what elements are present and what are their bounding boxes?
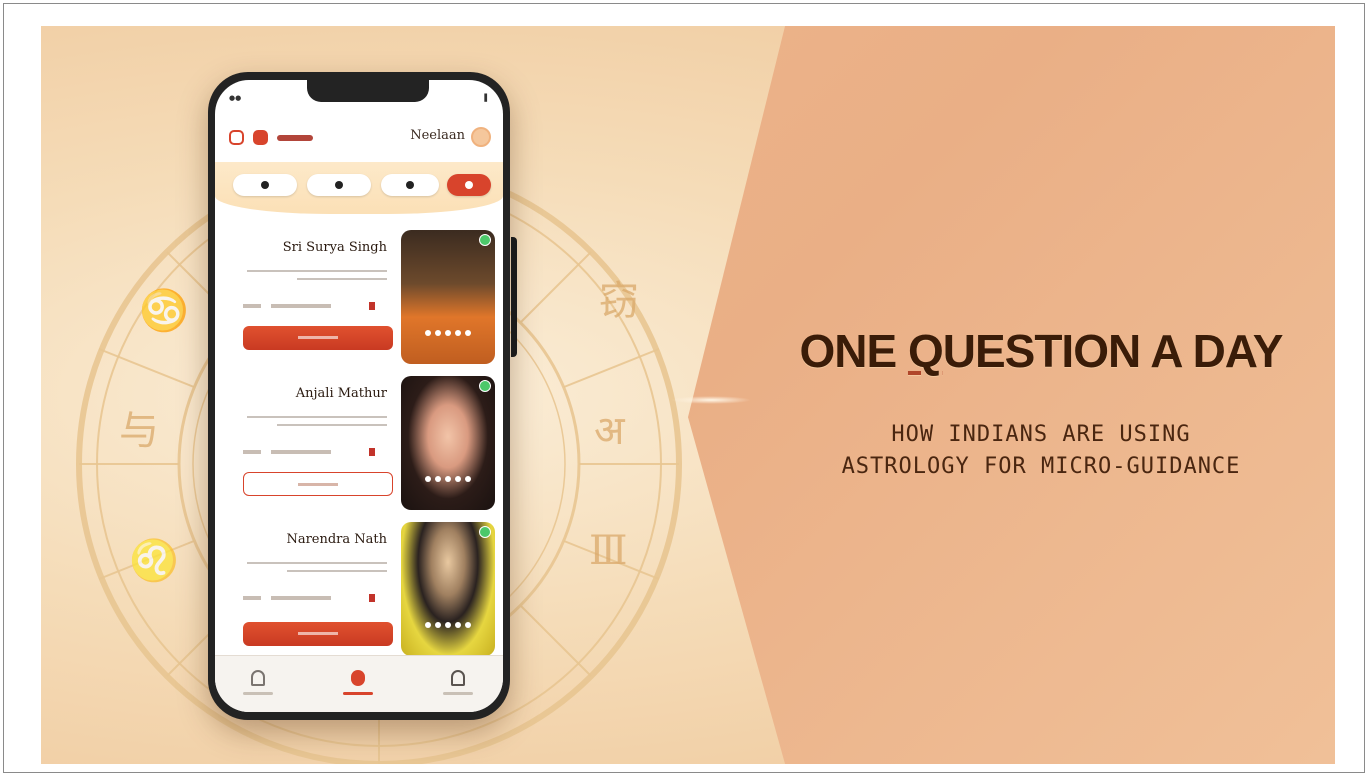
online-status-icon (479, 234, 491, 246)
home-icon[interactable] (251, 670, 265, 686)
svg-text:Ⅲ: Ⅲ (589, 528, 628, 574)
filter-chip-2[interactable] (307, 174, 371, 196)
description-line (247, 562, 387, 564)
meta-row (243, 302, 375, 310)
meta-row (243, 448, 375, 456)
svg-text:窃: 窃 (599, 278, 639, 324)
headline-pre: ONE (799, 325, 908, 377)
flag-icon (369, 302, 375, 310)
astrologer-name: Anjali Mathur (295, 386, 387, 401)
astrologer-card[interactable]: Anjali Mathur (229, 372, 495, 510)
description-line (247, 416, 387, 418)
headline-underlined-letter: Q (907, 325, 944, 377)
subheading-line-2: ASTROLOGY FOR MICRO-GUIDANCE (841, 454, 1241, 479)
call-now-button[interactable] (243, 472, 393, 496)
toggle-icon (465, 181, 473, 189)
chat-now-button[interactable] (243, 622, 393, 646)
nav-label-line-active (343, 692, 373, 695)
astrologer-name: Narendra Nath (286, 532, 387, 547)
svg-text:♋: ♋ (139, 287, 189, 334)
astrologer-card[interactable]: Sri Surya Singh (229, 226, 495, 364)
app-header: Neelaan (215, 120, 503, 156)
rating-dots (425, 622, 471, 628)
chat-now-button[interactable] (243, 326, 393, 350)
app-header-title: Neelaan (410, 128, 465, 143)
filter-chip-3[interactable] (381, 174, 439, 196)
profile-icon[interactable] (451, 670, 465, 686)
astrologer-photo[interactable] (401, 522, 495, 656)
headline: ONE QUESTION A DAY (741, 324, 1335, 378)
rating-dots (425, 476, 471, 482)
chip-icon (406, 181, 414, 189)
image-frame: 窃 अ Ⅲ 与 ♋ ♌ ONE QUESTION A DAY HOW INDIA… (3, 3, 1365, 773)
phone-side-button (511, 237, 517, 357)
bottom-nav (215, 655, 503, 712)
phone-notch (307, 80, 429, 102)
app-logo-icon[interactable] (229, 130, 244, 145)
nav-label-line (443, 692, 473, 695)
meta-row (243, 594, 375, 602)
svg-text:♌: ♌ (129, 537, 179, 584)
flag-icon (369, 448, 375, 456)
chip-icon (261, 181, 269, 189)
rating-dots (425, 330, 471, 336)
astrologer-photo[interactable] (401, 376, 495, 510)
chip-icon (335, 181, 343, 189)
filter-chip-row (215, 162, 503, 214)
svg-text:与: 与 (119, 408, 159, 454)
headline-post: UESTION A DAY (942, 325, 1284, 377)
status-bar-right: ▐ (481, 94, 487, 102)
nav-label-line (243, 692, 273, 695)
flag-icon (369, 594, 375, 602)
description-line (297, 278, 387, 280)
subheading-line-1: HOW INDIANS ARE USING (891, 422, 1191, 447)
filter-toggle-chip[interactable] (447, 174, 491, 196)
online-status-icon (479, 526, 491, 538)
wallet-icon[interactable] (253, 130, 268, 145)
description-line (277, 424, 387, 426)
phone-mockup: ●● ▐ Neelaan Sri Surya Singh Anjali Math… (208, 72, 517, 720)
online-status-icon (479, 380, 491, 392)
filter-chip-1[interactable] (233, 174, 297, 196)
phone-screen: ●● ▐ Neelaan Sri Surya Singh Anjali Math… (215, 80, 503, 712)
balance-pill[interactable] (277, 135, 313, 141)
description-line (247, 270, 387, 272)
astrologer-photo[interactable] (401, 230, 495, 364)
avatar[interactable] (471, 127, 491, 147)
status-bar-left: ●● (229, 94, 242, 102)
svg-text:अ: अ (594, 408, 626, 454)
chat-icon[interactable] (351, 670, 365, 686)
astrologer-card[interactable]: Narendra Nath (229, 518, 495, 656)
astrologer-name: Sri Surya Singh (282, 240, 387, 255)
description-line (287, 570, 387, 572)
light-glow (671, 396, 751, 404)
